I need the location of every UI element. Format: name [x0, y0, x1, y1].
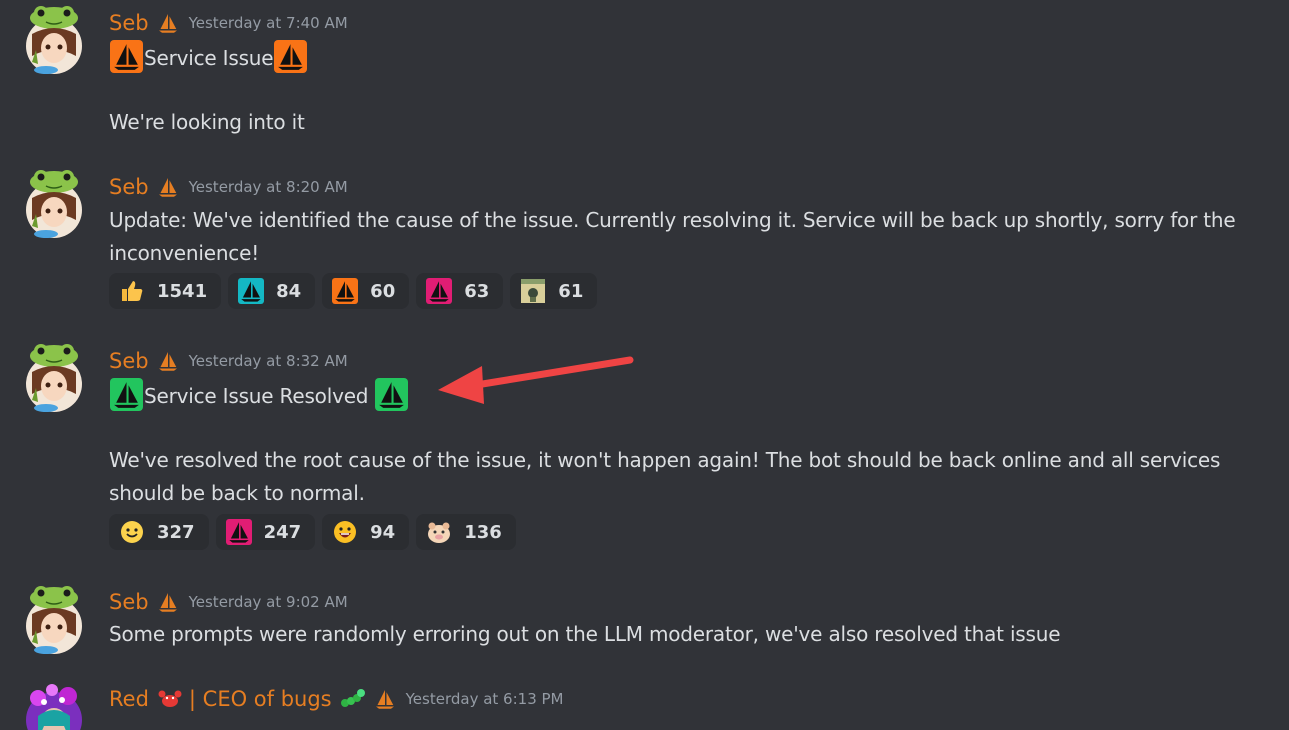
reactions-bar: 327 247 94 136 — [109, 514, 516, 550]
message-body: Update: We've identified the cause of th… — [109, 208, 1236, 265]
timestamp: Yesterday at 8:32 AM — [188, 352, 348, 370]
timestamp: Yesterday at 8:20 AM — [188, 178, 348, 196]
sailboat-icon — [155, 11, 181, 35]
reactions-bar: 1541 84 60 63 61 — [109, 273, 598, 309]
smile-icon — [121, 521, 143, 543]
timestamp: Yesterday at 6:13 PM — [405, 690, 564, 708]
username[interactable]: Seb — [109, 11, 149, 35]
reaction-sticker[interactable]: 61 — [510, 273, 598, 309]
orange-sailboat-icon — [274, 40, 308, 73]
reaction-teal-sailboat[interactable]: 84 — [228, 273, 316, 309]
avatar[interactable] — [24, 680, 84, 730]
thumbs-up-icon — [122, 281, 143, 301]
timestamp: Yesterday at 7:40 AM — [188, 14, 348, 32]
reaction-grin[interactable]: 94 — [322, 514, 410, 550]
username[interactable]: Seb — [109, 349, 149, 373]
crab-icon — [158, 690, 182, 707]
message-content: Service Issue — [109, 40, 1274, 75]
pink-sailboat-icon — [426, 278, 453, 304]
sailboat-icon — [155, 175, 181, 199]
green-sailboat-icon — [110, 378, 143, 411]
message-body: Some prompts were randomly erroring out … — [109, 622, 1061, 646]
reaction-pig[interactable]: 136 — [416, 514, 516, 550]
sailboat-icon — [372, 687, 398, 711]
message-list: Seb Yesterday at 7:40 AM Service Issue W… — [0, 0, 1289, 730]
sailboat-icon — [155, 590, 181, 614]
reaction-orange-sailboat[interactable]: 60 — [322, 273, 410, 309]
caterpillar-icon — [340, 689, 365, 707]
green-sailboat-icon — [375, 378, 409, 411]
avatar[interactable] — [24, 4, 84, 78]
message-body: We've resolved the root cause of the iss… — [109, 448, 1221, 505]
reaction-pink-sailboat[interactable]: 247 — [215, 514, 316, 550]
message-title: Service Issue Resolved — [144, 384, 369, 408]
reaction-smile[interactable]: 327 — [109, 514, 209, 550]
reaction-pink-sailboat[interactable]: 63 — [416, 273, 504, 309]
avatar[interactable] — [24, 584, 84, 658]
avatar[interactable] — [24, 168, 84, 242]
pig-icon — [428, 522, 451, 543]
reaction-thumbs-up[interactable]: 1541 — [109, 273, 222, 309]
username[interactable]: Seb — [109, 590, 149, 614]
teal-sailboat-icon — [238, 278, 265, 304]
message-title: Service Issue — [144, 46, 274, 70]
orange-sailboat-icon — [332, 278, 359, 304]
message-content: Service Issue Resolved — [109, 378, 1274, 413]
username[interactable]: Seb — [109, 175, 149, 199]
sticker-emoji-icon — [521, 279, 546, 303]
username[interactable]: Red — [109, 687, 149, 711]
pink-sailboat-icon — [225, 519, 252, 545]
orange-sailboat-icon — [110, 40, 143, 73]
message-body: We're looking into it — [109, 110, 305, 134]
timestamp: Yesterday at 9:02 AM — [188, 593, 348, 611]
sailboat-icon — [155, 349, 181, 373]
username-suffix: | CEO of bugs — [188, 687, 332, 711]
grin-icon — [334, 521, 357, 543]
avatar[interactable] — [24, 342, 84, 416]
